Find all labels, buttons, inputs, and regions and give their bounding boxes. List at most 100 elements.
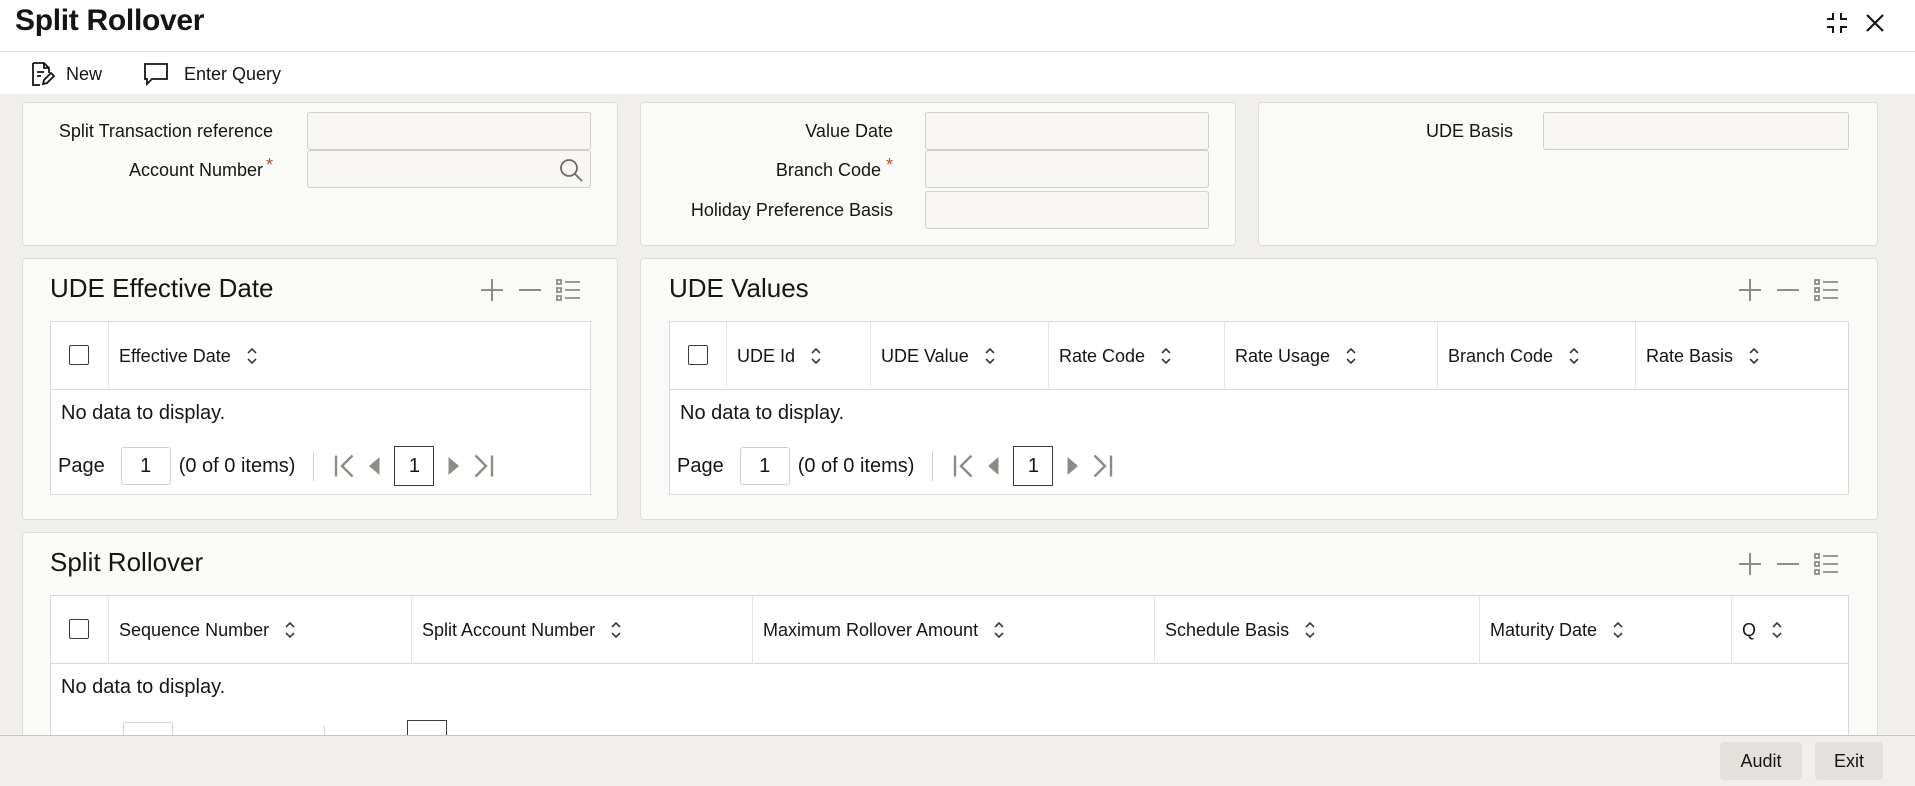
next-page-icon[interactable] <box>1057 451 1087 481</box>
sort-icon[interactable] <box>1565 345 1583 367</box>
items-count: (0 of 0 items) <box>797 454 915 477</box>
column-label: Sequence Number <box>119 619 270 640</box>
split-rollover-title: Split Rollover <box>50 547 204 577</box>
sort-icon[interactable] <box>1157 345 1175 367</box>
exit-button[interactable]: Exit <box>1815 742 1883 780</box>
select-all-checkbox[interactable] <box>69 345 89 365</box>
sort-icon[interactable] <box>1768 619 1786 641</box>
select-all-cell <box>670 322 727 390</box>
split-txn-ref-input[interactable] <box>307 112 591 150</box>
column-ude-value[interactable]: UDE Value <box>871 322 1049 390</box>
column-label: Rate Usage <box>1235 345 1331 366</box>
toolbar: New Enter Query <box>0 54 1915 94</box>
prev-page-icon[interactable] <box>979 451 1009 481</box>
page-number-input[interactable]: 1 <box>739 447 790 485</box>
column-rate-usage[interactable]: Rate Usage <box>1225 322 1438 390</box>
comment-icon <box>144 63 168 87</box>
column-effective-date[interactable]: Effective Date <box>109 322 590 390</box>
remove-row-icon[interactable] <box>1775 551 1801 577</box>
holiday-pref-input[interactable] <box>925 191 1209 229</box>
column-label: Schedule Basis <box>1165 619 1290 640</box>
account-number-label: Account Number <box>128 160 263 180</box>
list-view-icon[interactable] <box>555 277 581 303</box>
grid-header: Sequence Number Split Account Number Max… <box>51 596 1848 664</box>
close-icon[interactable] <box>1860 8 1890 38</box>
next-page-icon[interactable] <box>438 451 468 481</box>
column-branch-code[interactable]: Branch Code <box>1438 322 1636 390</box>
select-all-checkbox[interactable] <box>69 619 89 639</box>
sort-icon[interactable] <box>1609 619 1627 641</box>
sort-icon[interactable] <box>1301 619 1319 641</box>
column-maturity-date[interactable]: Maturity Date <box>1480 596 1732 664</box>
sort-icon[interactable] <box>1342 345 1360 367</box>
column-label: Rate Basis <box>1646 345 1734 366</box>
grid-toolbar <box>479 277 581 303</box>
header-panel-ude: UDE Basis <box>1258 102 1878 246</box>
window-title: Split Rollover <box>15 4 205 37</box>
current-page-button[interactable]: 1 <box>394 446 435 486</box>
new-button-label: New <box>66 63 103 84</box>
current-page-button[interactable]: 1 <box>1013 446 1054 486</box>
prev-page-icon[interactable] <box>360 451 390 481</box>
required-marker: * <box>266 155 274 175</box>
add-row-icon[interactable] <box>1737 277 1763 303</box>
first-page-icon[interactable] <box>330 451 360 481</box>
sort-icon[interactable] <box>990 619 1008 641</box>
column-rate-basis[interactable]: Rate Basis <box>1636 322 1848 390</box>
column-maximum-rollover-amount[interactable]: Maximum Rollover Amount <box>753 596 1155 664</box>
page-number-input[interactable] <box>123 722 173 735</box>
remove-row-icon[interactable] <box>517 277 543 303</box>
select-all-checkbox[interactable] <box>688 345 708 365</box>
list-view-icon[interactable] <box>1813 551 1839 577</box>
select-all-cell <box>51 596 109 664</box>
column-label: Q <box>1742 619 1757 640</box>
list-view-icon[interactable] <box>1813 277 1839 303</box>
column-rate-code[interactable]: Rate Code <box>1049 322 1225 390</box>
ude-basis-input[interactable] <box>1543 112 1849 150</box>
last-page-icon[interactable] <box>468 451 498 481</box>
ude-values-grid: UDE Id UDE Value Rate Code Rate Usage Br… <box>669 321 1849 495</box>
column-label: Effective Date <box>119 345 231 366</box>
branch-code-input[interactable] <box>925 150 1209 188</box>
page-label: Page <box>677 454 724 477</box>
ude-effective-date-title: UDE Effective Date <box>50 273 274 303</box>
first-page-icon[interactable] <box>949 451 979 481</box>
sort-icon[interactable] <box>807 345 825 367</box>
grid-toolbar <box>1737 551 1839 577</box>
minimize-icon[interactable] <box>1822 8 1852 38</box>
audit-button[interactable]: Audit <box>1720 742 1802 780</box>
split-rollover-panel: Split Rollover Sequence Number Split Acc… <box>22 532 1878 735</box>
ude-basis-label: UDE Basis <box>1425 121 1513 141</box>
value-date-input[interactable] <box>925 112 1209 150</box>
account-number-input[interactable] <box>307 150 591 188</box>
add-row-icon[interactable] <box>479 277 505 303</box>
ude-values-panel: UDE Values UDE Id UDE Value Rate Code Ra… <box>640 258 1878 520</box>
new-document-icon <box>32 62 56 86</box>
column-ude-id[interactable]: UDE Id <box>727 322 871 390</box>
last-page-icon[interactable] <box>1087 451 1117 481</box>
grid-toolbar <box>1737 277 1839 303</box>
column-label: Maximum Rollover Amount <box>763 619 979 640</box>
column-q[interactable]: Q <box>1732 596 1848 664</box>
page-number-input[interactable]: 1 <box>120 447 171 485</box>
select-all-cell <box>51 322 109 390</box>
sort-icon[interactable] <box>1745 345 1763 367</box>
no-data-message: No data to display. <box>680 402 845 424</box>
sort-icon[interactable] <box>981 345 999 367</box>
column-split-account-number[interactable]: Split Account Number <box>412 596 753 664</box>
new-button[interactable]: New <box>28 58 102 90</box>
divider <box>932 451 934 481</box>
search-icon[interactable] <box>558 157 584 183</box>
required-marker: * <box>886 155 894 175</box>
split-txn-ref-label: Split Transaction reference <box>58 121 273 141</box>
remove-row-icon[interactable] <box>1775 277 1801 303</box>
sort-icon[interactable] <box>607 619 625 641</box>
column-sequence-number[interactable]: Sequence Number <box>109 596 412 664</box>
sort-icon[interactable] <box>281 619 299 641</box>
header-panel-dates: Value Date Branch Code * Holiday Prefere… <box>640 102 1236 246</box>
column-schedule-basis[interactable]: Schedule Basis <box>1155 596 1480 664</box>
add-row-icon[interactable] <box>1737 551 1763 577</box>
sort-icon[interactable] <box>243 345 261 367</box>
enter-query-button[interactable]: Enter Query <box>142 58 281 90</box>
current-page-button[interactable] <box>407 720 447 735</box>
